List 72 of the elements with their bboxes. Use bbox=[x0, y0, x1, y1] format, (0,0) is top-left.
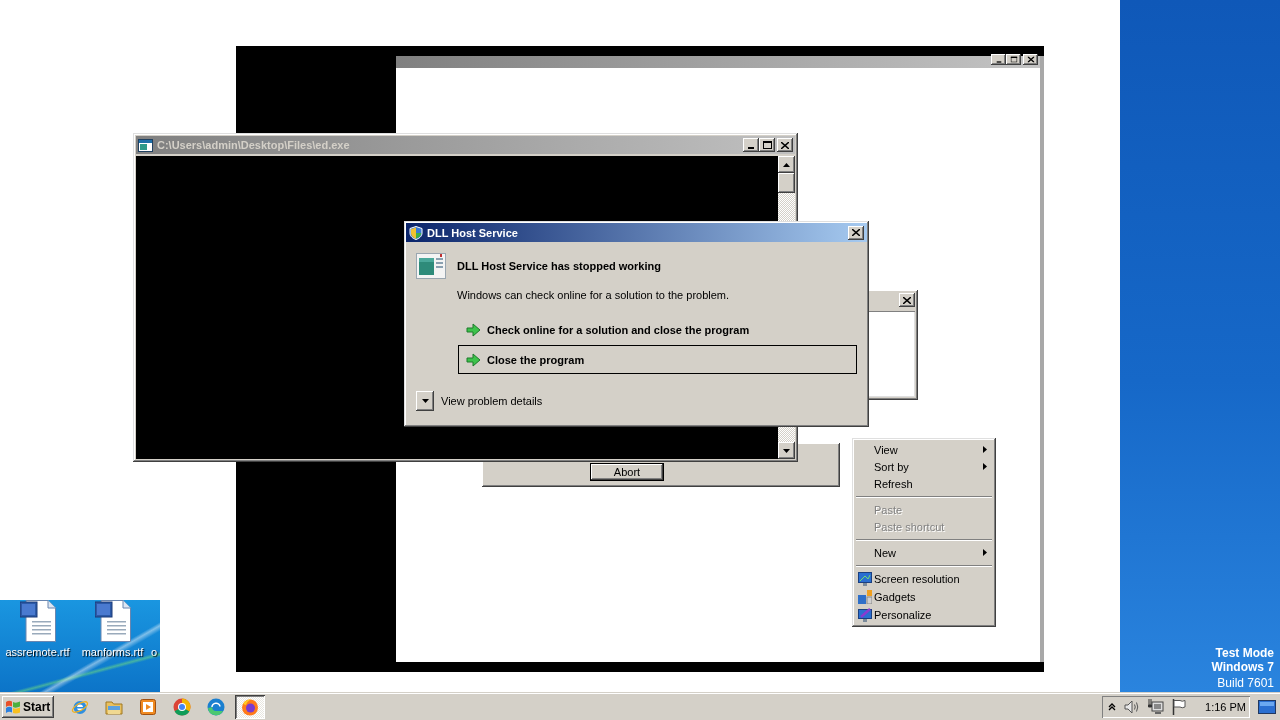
maximize-button[interactable] bbox=[1006, 54, 1021, 65]
details-label: View problem details bbox=[441, 395, 543, 407]
taskbar-button[interactable] bbox=[235, 695, 265, 719]
submenu-arrow-icon bbox=[983, 549, 987, 556]
expand-button[interactable] bbox=[416, 391, 434, 411]
maximize-icon bbox=[1010, 56, 1017, 63]
document-icon bbox=[94, 600, 131, 642]
clock[interactable]: 1:16 PM bbox=[1205, 701, 1246, 713]
network-icon[interactable] bbox=[1148, 699, 1164, 715]
menu-item[interactable]: Refresh bbox=[855, 475, 993, 492]
file-label[interactable]: assremote.rtf bbox=[5, 645, 70, 659]
minimize-icon bbox=[748, 147, 754, 149]
scroll-thumb[interactable] bbox=[778, 173, 795, 193]
close-icon bbox=[781, 141, 789, 149]
os-version-label: Windows 7 bbox=[1211, 660, 1274, 674]
desktop-preview-icon[interactable] bbox=[1258, 700, 1276, 714]
test-mode-label: Test Mode bbox=[1215, 646, 1274, 660]
swirl-icon bbox=[207, 698, 225, 716]
submenu-arrow-icon bbox=[983, 446, 987, 453]
start-button[interactable]: Start bbox=[2, 696, 54, 718]
command-link[interactable]: Close the program bbox=[458, 345, 857, 374]
menu-item[interactable]: New bbox=[855, 544, 993, 561]
speaker-icon[interactable] bbox=[1124, 700, 1140, 714]
monitor-icon bbox=[858, 572, 872, 586]
menu-item[interactable]: Gadgets bbox=[855, 588, 993, 606]
command-link[interactable]: Check online for a solution and close the program bbox=[458, 315, 857, 344]
chevron-up-icon bbox=[1108, 703, 1116, 711]
flag-icon[interactable] bbox=[1172, 699, 1186, 715]
menu-item[interactable]: Screen resolution bbox=[855, 570, 993, 588]
scroll-down-button[interactable] bbox=[778, 442, 795, 459]
dialog-heading: DLL Host Service has stopped working bbox=[457, 260, 661, 272]
show-hidden-icons-button[interactable] bbox=[1108, 703, 1116, 711]
gadget-tiles-icon bbox=[858, 590, 872, 604]
arrow-icon bbox=[466, 322, 481, 337]
close-icon bbox=[1027, 56, 1034, 63]
close-icon bbox=[852, 229, 860, 236]
ringed-globe-icon bbox=[71, 698, 89, 716]
triangle-down-icon bbox=[783, 448, 790, 453]
maximize-icon bbox=[762, 141, 772, 149]
flame-globe-icon bbox=[241, 698, 259, 716]
close-button[interactable] bbox=[899, 293, 915, 307]
dialog-title: DLL Host Service bbox=[427, 226, 519, 239]
file-label[interactable]: manforms.rtf bbox=[81, 645, 144, 659]
flag-logo-icon bbox=[5, 700, 21, 714]
window-title: C:\Users\admin\Desktop\Files\ed.exe bbox=[157, 139, 351, 151]
close-button[interactable] bbox=[777, 138, 793, 152]
window-icon bbox=[138, 138, 153, 152]
shield-icon bbox=[409, 225, 423, 240]
document-icon bbox=[19, 600, 56, 642]
abort-button[interactable]: Abort bbox=[590, 463, 664, 481]
minimize-button[interactable] bbox=[743, 138, 759, 152]
monitor-brush-icon bbox=[858, 608, 872, 622]
folder-icon bbox=[105, 699, 123, 715]
menu-item[interactable]: View bbox=[855, 441, 993, 458]
close-icon bbox=[903, 296, 911, 304]
application-icon bbox=[416, 253, 446, 279]
file-label[interactable]: o bbox=[150, 645, 158, 659]
close-button[interactable] bbox=[848, 225, 864, 240]
build-label: Build 7601 bbox=[1217, 675, 1274, 692]
menu-item[interactable]: Sort by bbox=[855, 458, 993, 475]
scroll-up-button[interactable] bbox=[778, 156, 795, 173]
submenu-arrow-icon bbox=[983, 463, 987, 470]
minimize-button[interactable] bbox=[991, 54, 1006, 65]
arrow-icon bbox=[466, 352, 481, 367]
close-button[interactable] bbox=[1023, 54, 1038, 65]
dialog-message: Windows can check online for a solution to the problem. bbox=[457, 288, 731, 302]
media-player-icon bbox=[140, 699, 156, 715]
segmented-circle-icon bbox=[173, 698, 191, 716]
maximize-button[interactable] bbox=[759, 138, 775, 152]
triangle-down-icon bbox=[421, 399, 429, 403]
menu-item[interactable]: Personalize bbox=[855, 606, 993, 624]
triangle-up-icon bbox=[783, 162, 790, 167]
